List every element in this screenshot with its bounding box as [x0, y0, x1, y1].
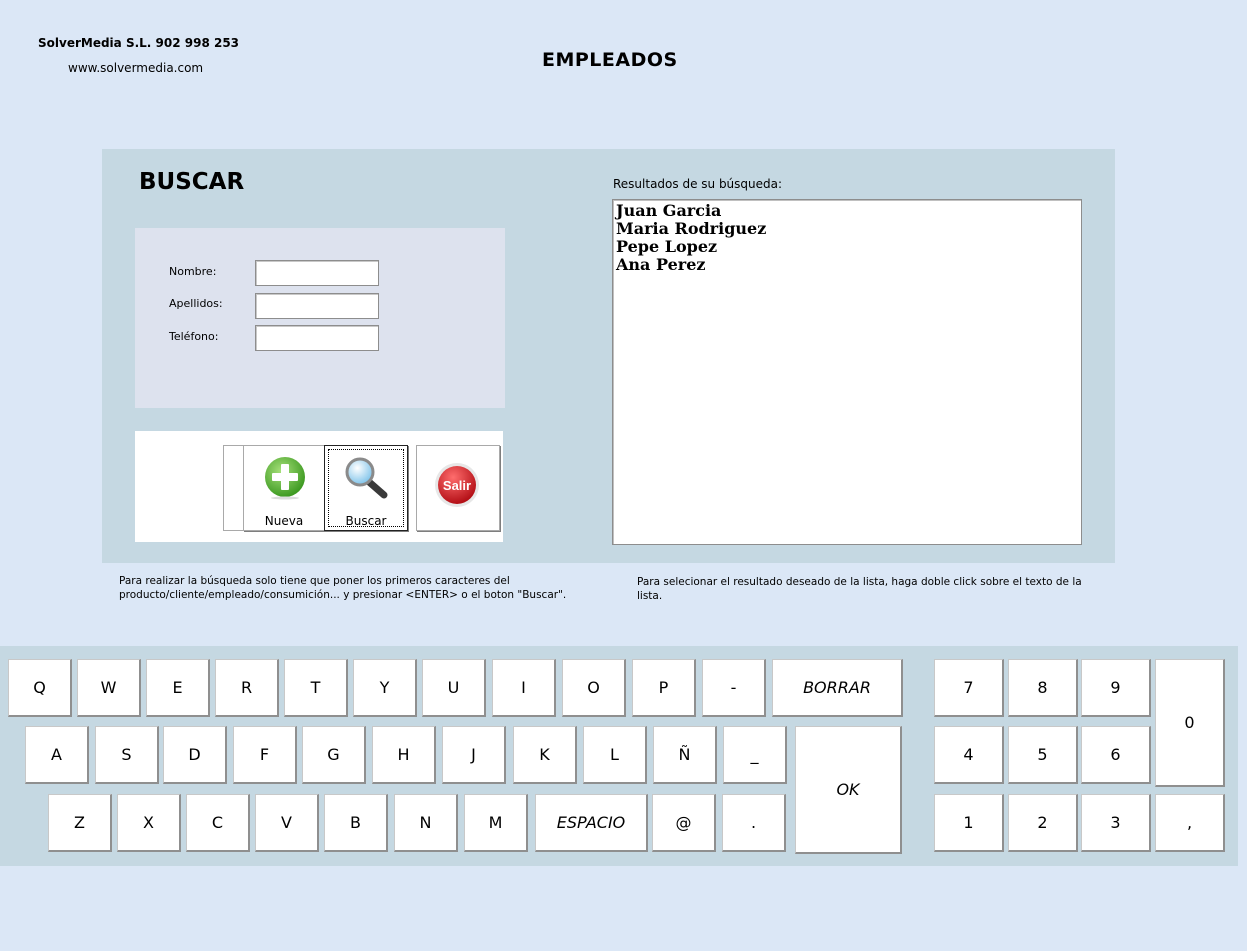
- search-hint: Para realizar la búsqueda solo tiene que…: [119, 575, 567, 601]
- key-o[interactable]: O: [562, 659, 626, 717]
- key-period[interactable]: .: [722, 794, 786, 852]
- magnifier-icon: [345, 457, 388, 499]
- list-item[interactable]: Pepe Lopez: [616, 238, 1078, 256]
- on-screen-keyboard: Q W E R T Y U I O P - BORRAR A S D F G H…: [0, 646, 1238, 866]
- key-6[interactable]: 6: [1081, 726, 1151, 784]
- key-g[interactable]: G: [302, 726, 366, 784]
- page-title: EMPLEADOS: [542, 49, 678, 71]
- key-x[interactable]: X: [117, 794, 181, 852]
- search-panel: BUSCAR Nombre: Apellidos: Teléfono: Nuev…: [102, 149, 1115, 563]
- key-h[interactable]: H: [372, 726, 436, 784]
- key-underscore[interactable]: _: [723, 726, 787, 784]
- company-website: www.solvermedia.com: [68, 61, 204, 75]
- key-z[interactable]: Z: [48, 794, 112, 852]
- key-q[interactable]: Q: [8, 659, 72, 717]
- button-edge: [223, 445, 245, 531]
- search-title: BUSCAR: [139, 169, 245, 195]
- apellidos-label: Apellidos:: [169, 297, 223, 310]
- key-c[interactable]: C: [186, 794, 250, 852]
- results-label: Resultados de su búsqueda:: [613, 177, 783, 191]
- key-p[interactable]: P: [632, 659, 696, 717]
- key-4[interactable]: 4: [934, 726, 1004, 784]
- plus-icon: [265, 457, 305, 500]
- telefono-label: Teléfono:: [169, 330, 219, 343]
- key-y[interactable]: Y: [353, 659, 417, 717]
- key-r[interactable]: R: [215, 659, 279, 717]
- key-enye[interactable]: Ñ: [653, 726, 717, 784]
- key-9[interactable]: 9: [1081, 659, 1151, 717]
- borrar-key[interactable]: BORRAR: [772, 659, 903, 717]
- company-info: SolverMedia S.L. 902 998 253: [38, 36, 240, 50]
- salir-button[interactable]: Salir: [416, 445, 500, 531]
- apellidos-field[interactable]: [255, 293, 379, 319]
- key-f[interactable]: F: [233, 726, 297, 784]
- list-item[interactable]: Ana Perez: [616, 256, 1078, 274]
- search-form: Nombre: Apellidos: Teléfono:: [135, 228, 505, 408]
- espacio-key[interactable]: ESPACIO: [535, 794, 648, 852]
- key-k[interactable]: K: [513, 726, 577, 784]
- key-w[interactable]: W: [77, 659, 141, 717]
- key-2[interactable]: 2: [1008, 794, 1078, 852]
- key-8[interactable]: 8: [1008, 659, 1078, 717]
- nueva-button[interactable]: Nueva: [243, 445, 325, 531]
- nombre-label: Nombre:: [169, 265, 217, 278]
- nombre-field[interactable]: [255, 260, 379, 286]
- buscar-button[interactable]: Buscar: [324, 445, 408, 531]
- key-d[interactable]: D: [163, 726, 227, 784]
- exit-icon: Salir: [435, 463, 479, 507]
- key-b[interactable]: B: [324, 794, 388, 852]
- key-comma[interactable]: ,: [1155, 794, 1225, 852]
- key-e[interactable]: E: [146, 659, 210, 717]
- key-1[interactable]: 1: [934, 794, 1004, 852]
- key-5[interactable]: 5: [1008, 726, 1078, 784]
- key-i[interactable]: I: [492, 659, 556, 717]
- key-a[interactable]: A: [25, 726, 89, 784]
- key-hyphen[interactable]: -: [702, 659, 766, 717]
- buscar-label: Buscar: [345, 514, 387, 528]
- key-s[interactable]: S: [95, 726, 159, 784]
- list-item[interactable]: Juan Garcia: [616, 202, 1078, 220]
- key-at[interactable]: @: [652, 794, 716, 852]
- results-hint: Para selecionar el resultado deseado de …: [637, 576, 1082, 602]
- ok-key[interactable]: OK: [795, 726, 902, 854]
- key-v[interactable]: V: [255, 794, 319, 852]
- key-0[interactable]: 0: [1155, 659, 1225, 787]
- key-3[interactable]: 3: [1081, 794, 1151, 852]
- list-item[interactable]: Maria Rodriguez: [616, 220, 1078, 238]
- action-buttons: Nueva Buscar Salir: [135, 431, 503, 542]
- salir-icon-text: Salir: [443, 478, 471, 493]
- nueva-label: Nueva: [264, 514, 304, 528]
- key-n[interactable]: N: [394, 794, 458, 852]
- key-t[interactable]: T: [284, 659, 348, 717]
- key-m[interactable]: M: [464, 794, 528, 852]
- results-list[interactable]: Juan Garcia Maria Rodriguez Pepe Lopez A…: [612, 199, 1082, 545]
- telefono-field[interactable]: [255, 325, 379, 351]
- key-7[interactable]: 7: [934, 659, 1004, 717]
- key-l[interactable]: L: [583, 726, 647, 784]
- key-j[interactable]: J: [442, 726, 506, 784]
- key-u[interactable]: U: [422, 659, 486, 717]
